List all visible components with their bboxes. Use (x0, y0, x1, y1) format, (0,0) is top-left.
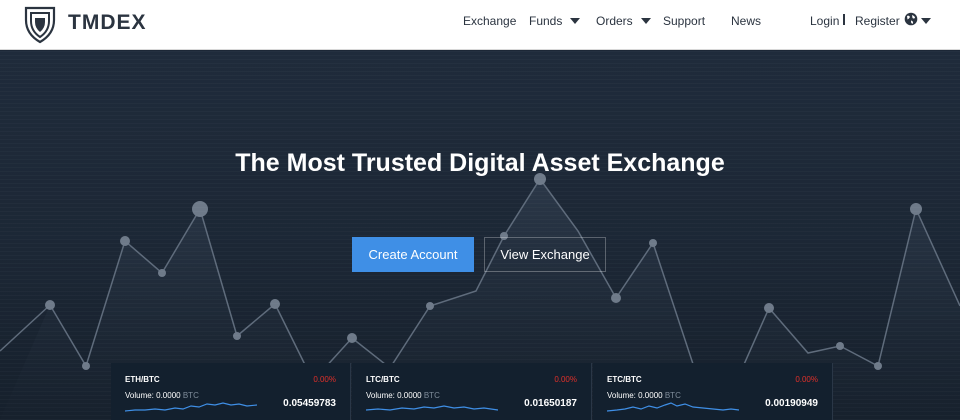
ticker-volume: Volume: 0.0000 BTC (607, 391, 681, 400)
ticker-card-eth-btc[interactable]: ETH/BTC 0.00% Volume: 0.0000 BTC 0.05459… (111, 363, 351, 420)
hero-title: The Most Trusted Digital Asset Exchange (235, 149, 725, 177)
nav-orders-label: Orders (596, 14, 633, 28)
ticker-sparkline (366, 405, 498, 411)
create-account-button[interactable]: Create Account (352, 237, 474, 272)
ticker-volume-unit: BTC (423, 391, 440, 400)
ticker-volume: Volume: 0.0000 BTC (125, 391, 199, 400)
register-link[interactable]: Register (855, 14, 900, 28)
nav-funds-label: Funds (529, 14, 563, 28)
ticker-volume: Volume: 0.0000 BTC (366, 391, 440, 400)
nav-exchange[interactable]: Exchange (463, 14, 516, 28)
brand-name[interactable]: TMDEX (68, 11, 147, 35)
ticker-volume-value: Volume: 0.0000 (366, 391, 422, 400)
brand-logo-icon[interactable] (24, 4, 56, 44)
nav-support[interactable]: Support (663, 14, 705, 28)
ticker-volume-unit: BTC (182, 391, 199, 400)
ticker-volume-value: Volume: 0.0000 (607, 391, 663, 400)
ticker-price: 0.01650187 (524, 398, 577, 409)
nav-funds[interactable]: Funds (529, 14, 581, 28)
ticker-price: 0.00190949 (765, 398, 818, 409)
ticker-pair: LTC/BTC (366, 375, 400, 384)
ticker-change: 0.00% (795, 375, 818, 384)
nav-orders[interactable]: Orders (596, 14, 651, 28)
ticker-pair: ETC/BTC (607, 375, 642, 384)
chevron-down-icon (640, 18, 651, 24)
ticker-pair: ETH/BTC (125, 375, 160, 384)
ticker-card-etc-btc[interactable]: ETC/BTC 0.00% Volume: 0.0000 BTC 0.00190… (593, 363, 833, 420)
ticker-volume-unit: BTC (664, 391, 681, 400)
nav-news[interactable]: News (731, 14, 761, 28)
ticker-sparkline (125, 402, 257, 412)
chevron-down-icon (570, 18, 581, 24)
ticker-change: 0.00% (554, 375, 577, 384)
ticker-card-ltc-btc[interactable]: LTC/BTC 0.00% Volume: 0.0000 BTC 0.01650… (352, 363, 592, 420)
hero-section: The Most Trusted Digital Asset Exchange … (0, 51, 960, 420)
ticker-price: 0.05459783 (283, 398, 336, 409)
login-link[interactable]: Login (810, 14, 839, 28)
ticker-change: 0.00% (313, 375, 336, 384)
login-register-divider (843, 14, 845, 25)
ticker-volume-value: Volume: 0.0000 (125, 391, 181, 400)
ticker-sparkline (607, 402, 739, 412)
language-dropdown[interactable] (921, 14, 931, 28)
chevron-down-icon (921, 18, 931, 24)
view-exchange-button[interactable]: View Exchange (484, 237, 606, 272)
top-navbar: TMDEX Exchange Funds Orders Support News… (0, 0, 960, 50)
globe-icon[interactable] (904, 12, 918, 26)
